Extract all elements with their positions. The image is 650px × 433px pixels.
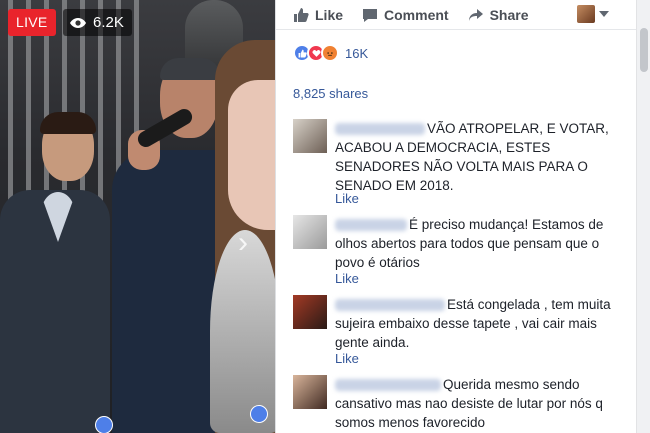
woman-body <box>210 230 275 433</box>
commenter-name-blurred[interactable] <box>335 299 445 312</box>
avatar[interactable] <box>293 375 327 409</box>
speaker-hair <box>160 58 220 80</box>
live-badge: LIVE <box>8 9 56 36</box>
thumbs-up-icon <box>294 7 309 22</box>
caret-down-icon <box>599 11 609 17</box>
chevron-right-icon[interactable]: › <box>238 228 248 258</box>
comments-panel: Like Comment Share 16K 8,825 shares VÃO … <box>275 0 637 433</box>
like-button[interactable]: Like <box>293 7 343 23</box>
person-left-hair <box>40 112 96 134</box>
viewer-count-value: 6.2K <box>93 14 124 31</box>
like-label: Like <box>315 6 344 23</box>
profile-selector[interactable] <box>577 5 609 23</box>
viewer-count: 6.2K <box>63 9 132 36</box>
comment-body: Querida mesmo sendo cansativo mas nao de… <box>335 375 613 432</box>
reaction-count[interactable]: 16K <box>345 46 368 61</box>
avatar[interactable] <box>293 215 327 249</box>
action-bar: Like Comment Share <box>276 0 637 30</box>
live-video[interactable]: LIVE 6.2K › <box>0 0 275 433</box>
avatar[interactable] <box>293 295 327 329</box>
floating-like-icon <box>250 405 268 423</box>
floating-like-icon <box>95 416 113 433</box>
scrollbar[interactable] <box>636 0 650 433</box>
shares-count[interactable]: 8,825 shares <box>293 86 368 101</box>
share-button[interactable]: Share <box>468 7 529 23</box>
avatar[interactable] <box>293 119 327 153</box>
scrollbar-thumb[interactable] <box>640 28 648 72</box>
comment-icon <box>363 8 378 22</box>
reactions-summary[interactable]: 16K <box>293 44 368 62</box>
comment-body: Está congelada , tem muita sujeira embai… <box>335 295 613 352</box>
avatar <box>577 5 595 23</box>
commenter-name-blurred[interactable] <box>335 123 425 136</box>
comment-body: É preciso mudança! Estamos de olhos aber… <box>335 215 613 272</box>
share-icon <box>468 8 483 21</box>
comment-body: VÃO ATROPELAR, E VOTAR, ACABOU A DEMOCRA… <box>335 119 613 195</box>
woman-face <box>228 80 275 230</box>
comment-like-link[interactable]: Like <box>335 271 359 286</box>
share-label: Share <box>489 6 529 23</box>
comment-label: Comment <box>384 6 449 23</box>
comment-like-link[interactable]: Like <box>335 191 359 206</box>
commenter-name-blurred[interactable] <box>335 219 407 232</box>
eye-icon <box>70 17 86 28</box>
comment-button[interactable]: Comment <box>362 7 449 23</box>
commenter-name-blurred[interactable] <box>335 379 441 392</box>
comment-like-link[interactable]: Like <box>335 351 359 366</box>
angry-icon <box>321 44 339 62</box>
